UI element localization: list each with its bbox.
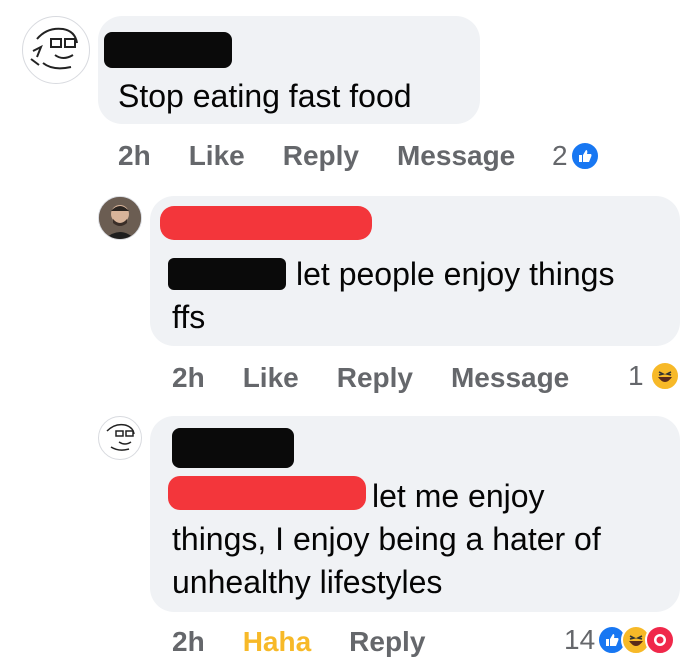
comment-actions: 2h Haha Reply [172, 622, 463, 662]
wow-icon [645, 625, 676, 655]
comment-text: Stop eating fast food [118, 78, 412, 114]
like-button[interactable]: Like [243, 362, 299, 394]
reaction-summary[interactable]: 14 [564, 620, 676, 660]
reply-button[interactable]: Reply [349, 626, 425, 658]
reaction-count: 2 [552, 140, 568, 171]
comment-text-line-2: ffs [172, 299, 206, 335]
haha-reacted-button[interactable]: Haha [243, 626, 311, 658]
reaction-count: 1 [628, 360, 644, 391]
reply-button[interactable]: Reply [337, 362, 413, 394]
message-button[interactable]: Message [451, 362, 569, 394]
avatar[interactable] [98, 196, 142, 240]
meme-face-avatar-icon [106, 423, 135, 451]
meme-face-avatar-icon [30, 27, 78, 70]
like-icon [569, 141, 600, 171]
reaction-summary[interactable]: 2 [552, 136, 600, 176]
comment-text-line-3: unhealthy lifestyles [172, 564, 443, 600]
avatar[interactable] [98, 416, 142, 460]
redacted-author-name [104, 32, 232, 68]
comment-text-line-1: let me enjoy [372, 478, 545, 514]
timestamp[interactable]: 2h [118, 140, 151, 172]
haha-icon [649, 361, 680, 391]
reaction-summary[interactable]: 1 [628, 356, 680, 396]
redacted-author-name [172, 428, 294, 468]
message-button[interactable]: Message [397, 140, 515, 172]
timestamp[interactable]: 2h [172, 626, 205, 658]
comment-actions: 2h Like Reply Message [172, 358, 607, 398]
avatar[interactable] [22, 16, 90, 84]
reply-button[interactable]: Reply [283, 140, 359, 172]
timestamp[interactable]: 2h [172, 362, 205, 394]
comment-text-line-1: let people enjoy things [296, 256, 615, 292]
comment-actions: 2h Like Reply Message [118, 136, 553, 176]
like-button[interactable]: Like [189, 140, 245, 172]
redacted-mention [168, 476, 366, 510]
person-photo-avatar-icon [99, 197, 141, 239]
comment-text-line-2: things, I enjoy being a hater of [172, 521, 601, 557]
reaction-count: 14 [564, 624, 596, 655]
redacted-mention [168, 258, 286, 290]
redacted-author-name [160, 206, 372, 240]
